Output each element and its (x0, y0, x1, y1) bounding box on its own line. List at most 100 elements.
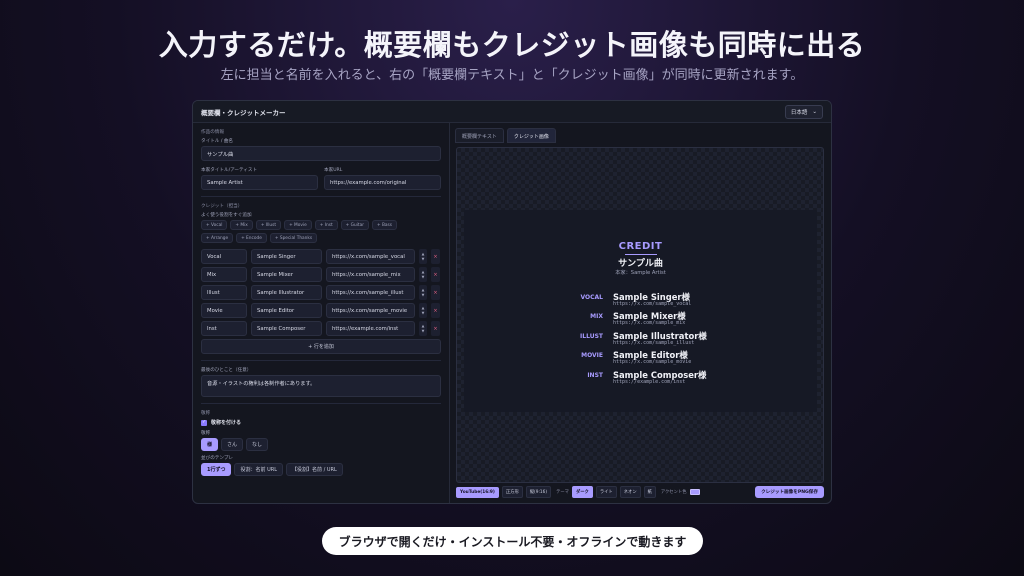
honorific-option-none[interactable]: なし (246, 438, 269, 451)
artist-label: 本家タイトル/アーティスト (201, 168, 258, 173)
honorific-checkbox-row[interactable]: ✓ 敬称を付ける (201, 419, 441, 426)
credit-row: Illust Sample Illustrator https://x.com/… (201, 285, 441, 300)
tab-description-text[interactable]: 概要欄テキスト (455, 128, 504, 143)
credit-name-input[interactable]: Sample Editor (251, 303, 322, 318)
title-input[interactable]: サンプル曲 (201, 146, 441, 161)
role-chip-inst[interactable]: + Inst (314, 220, 338, 230)
reorder-control: ▲ ▼ (419, 249, 427, 264)
honorific-option-san[interactable]: さん (221, 438, 244, 451)
credit-name-input[interactable]: Sample Mixer (251, 267, 322, 282)
reorder-control: ▲ ▼ (419, 285, 427, 300)
credit-role-input[interactable]: Vocal (201, 249, 247, 264)
delete-row-button[interactable]: × (431, 267, 440, 282)
reorder-control: ▲ ▼ (419, 321, 427, 336)
move-down-icon[interactable]: ▼ (422, 293, 425, 298)
delete-row-button[interactable]: × (431, 249, 440, 264)
size-youtube-button[interactable]: YouTube(16:9) (456, 486, 499, 498)
credit-url-input[interactable]: https://x.com/sample_mix (326, 267, 415, 282)
window-title: 概要欄・クレジットメーカー (201, 108, 286, 117)
preview-tabs: 概要欄テキスト クレジット画像 (450, 123, 831, 145)
app-window: 概要欄・クレジットメーカー 日本語 ⌄ 作品の情報 タイトル / 曲名 サンプル… (192, 100, 832, 504)
card-title: CREDIT (618, 241, 663, 252)
honorific-section-label: 敬称 (201, 411, 211, 416)
move-down-icon[interactable]: ▼ (422, 329, 425, 334)
original-url-input[interactable]: https://example.com/original (324, 175, 441, 190)
tab-credit-image[interactable]: クレジット画像 (506, 128, 556, 143)
accent-color-swatch[interactable] (689, 489, 700, 495)
credit-image-preview: CREDIT サンプル曲 本家：Sample Artist VOCAL Samp… (456, 147, 824, 483)
honorific-label: 敬称 (201, 431, 211, 436)
card-entry-role: VOCAL (580, 294, 603, 301)
role-chip-encode[interactable]: + Encode (236, 233, 267, 243)
credit-name-input[interactable]: Sample Composer (251, 321, 322, 336)
role-chip-movie[interactable]: + Movie (284, 220, 312, 230)
credit-row: Movie Sample Editor https://x.com/sample… (201, 303, 441, 318)
note-label: 最後のひとこと（任意） (201, 368, 252, 373)
credit-name-input[interactable]: Sample Illustrator (251, 285, 322, 300)
credit-name-input[interactable]: Sample Singer (251, 249, 322, 264)
delete-row-button[interactable]: × (431, 303, 440, 318)
hero-subtitle: 左に担当と名前を入れると、右の「概要欄テキスト」と「クレジット画像」が同時に更新… (220, 68, 804, 83)
credit-url-input[interactable]: https://x.com/sample_vocal (326, 249, 415, 264)
language-value: 日本語 (790, 109, 808, 116)
original-url-label: 本家URL (324, 168, 343, 173)
save-png-button[interactable]: クレジット画像をPNG保存 (755, 486, 824, 498)
artist-input[interactable]: Sample Artist (201, 175, 318, 190)
credit-role-input[interactable]: Illust (201, 285, 247, 300)
add-row-button[interactable]: + 行を追加 (201, 339, 441, 354)
role-chip-illust[interactable]: + Illust (255, 220, 282, 230)
preview-panel: 概要欄テキスト クレジット画像 CREDIT サンプル曲 本家：Sample A… (449, 123, 831, 503)
theme-neon-button[interactable]: ネオン (619, 486, 641, 498)
reorder-control: ▲ ▼ (419, 267, 427, 282)
honorific-option-sama[interactable]: 様 (201, 438, 219, 451)
card-entry: INST Sample Composer様 https://example.co… (464, 369, 817, 387)
credits-hint: よく使う役割をすぐ追加 (201, 213, 252, 218)
credit-row: Mix Sample Mixer https://x.com/sample_mi… (201, 267, 441, 282)
chevron-down-icon: ⌄ (812, 108, 817, 115)
divider (201, 196, 441, 197)
card-entry-url: https://example.com/inst (613, 379, 686, 385)
credit-url-input[interactable]: https://example.com/inst (326, 321, 415, 336)
role-chip-mix[interactable]: + Mix (230, 220, 253, 230)
delete-row-button[interactable]: × (431, 321, 440, 336)
card-entry-role: INST (587, 372, 603, 379)
move-down-icon[interactable]: ▼ (422, 311, 425, 316)
role-chip-arrange[interactable]: + Arrange (201, 233, 234, 243)
credit-row: Vocal Sample Singer https://x.com/sample… (201, 249, 441, 264)
language-select[interactable]: 日本語 ⌄ (784, 104, 823, 119)
theme-paper-button[interactable]: 紙 (643, 486, 656, 498)
role-chip-vocal[interactable]: + Vocal (201, 220, 228, 230)
credit-url-input[interactable]: https://x.com/sample_movie (326, 303, 415, 318)
theme-label: テーマ (556, 490, 569, 495)
work-section-label: 作品の情報 (201, 130, 224, 135)
credit-role-input[interactable]: Inst (201, 321, 247, 336)
size-vertical-button[interactable]: 縦(9:16) (525, 486, 552, 498)
card-entry-url: https://x.com/sample_vocal (613, 301, 692, 307)
theme-dark-button[interactable]: ダーク (571, 486, 593, 498)
card-entry-role: MIX (590, 313, 603, 320)
reorder-control: ▲ ▼ (419, 303, 427, 318)
card-entry-url: https://x.com/sample_movie (613, 359, 692, 365)
input-panel: 作品の情報 タイトル / 曲名 サンプル曲 本家タイトル/アーティスト Samp… (193, 123, 449, 503)
card-entry: MIX Sample Mixer様 https://x.com/sample_m… (464, 310, 817, 328)
move-down-icon[interactable]: ▼ (422, 275, 425, 280)
delete-row-button[interactable]: × (431, 285, 440, 300)
template-option-role-name[interactable]: 役割：名前 URL (234, 463, 283, 476)
card-entry: MOVIE Sample Editor様 https://x.com/sampl… (464, 349, 817, 367)
honorific-checkbox[interactable]: ✓ (201, 419, 207, 426)
theme-light-button[interactable]: ライト (595, 486, 617, 498)
role-chip-special-thanks[interactable]: + Special Thanks (269, 233, 318, 243)
move-down-icon[interactable]: ▼ (422, 257, 425, 262)
title-label: タイトル / 曲名 (201, 139, 234, 144)
credit-role-input[interactable]: Mix (201, 267, 247, 282)
template-option-bracket[interactable]: 【役割】名前 / URL (286, 463, 343, 476)
credit-url-input[interactable]: https://x.com/sample_illust (326, 285, 415, 300)
card-entry: VOCAL Sample Singer様 https://x.com/sampl… (464, 291, 817, 309)
honorific-checkbox-label: 敬称を付ける (211, 420, 242, 426)
size-square-button[interactable]: 正方形 (501, 486, 523, 498)
note-textarea[interactable]: 音源・イラストの権利は各制作者にあります。 (201, 375, 441, 397)
credit-role-input[interactable]: Movie (201, 303, 247, 318)
template-option-lines[interactable]: 1行ずつ (201, 463, 232, 476)
role-chip-bass[interactable]: + Bass (371, 220, 398, 230)
role-chip-guitar[interactable]: + Guitar (340, 220, 369, 230)
